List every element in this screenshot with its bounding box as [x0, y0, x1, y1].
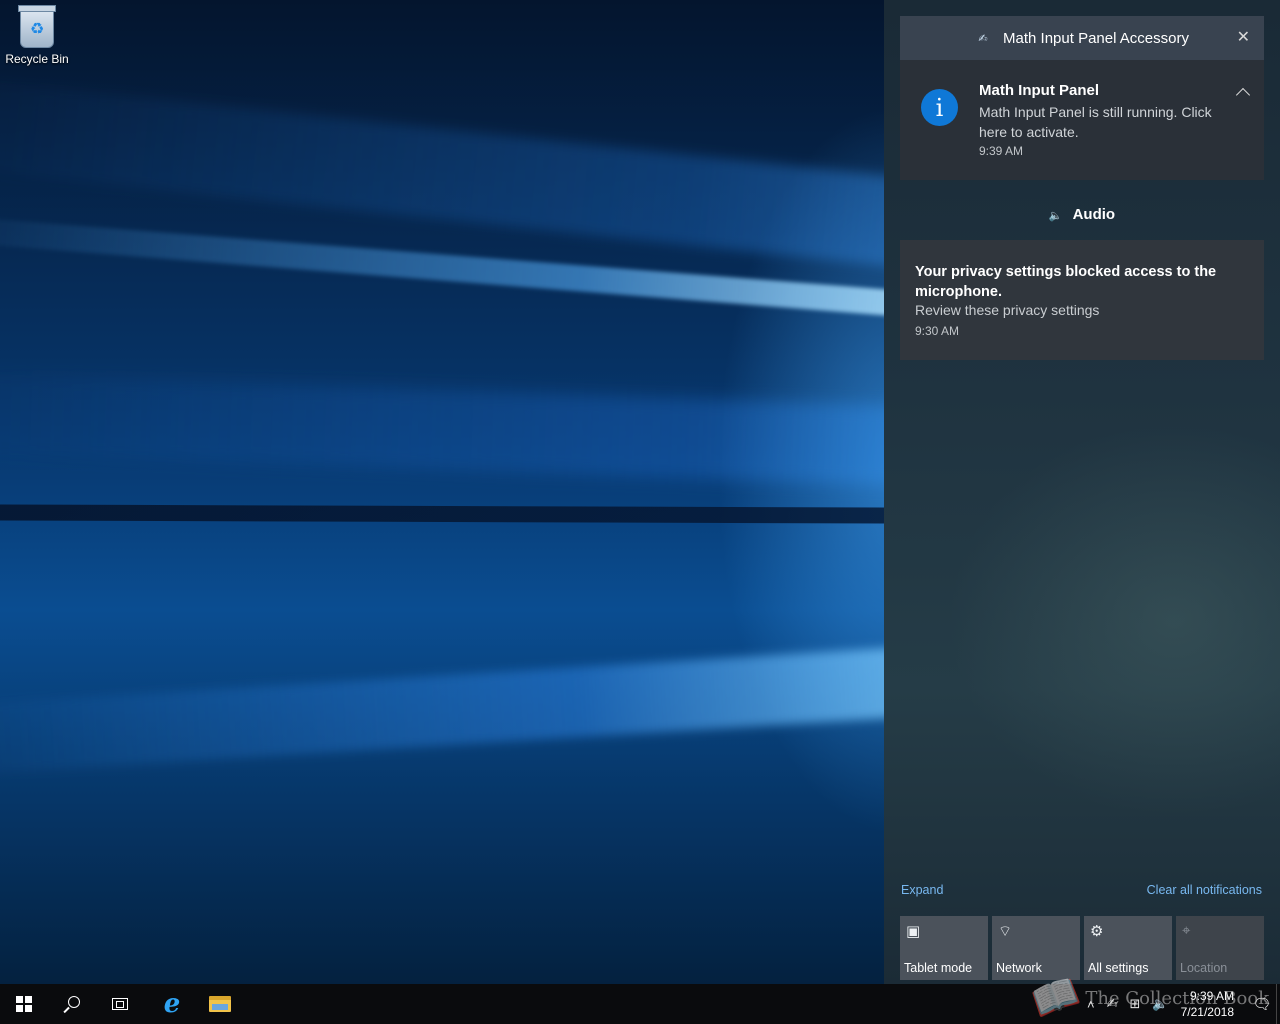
math-input-tray-icon[interactable]: ✍: [1107, 996, 1118, 1012]
notification-group-title: Math Input Panel Accessory: [1003, 29, 1189, 47]
internet-explorer-icon: e: [163, 989, 181, 1019]
clock-date: 7/21/2018: [1180, 1005, 1234, 1019]
start-button[interactable]: [0, 984, 48, 1024]
task-view-icon: [112, 998, 128, 1010]
speaker-icon: 🔈: [1048, 210, 1063, 222]
notification-icon: 🗨: [1252, 996, 1272, 1013]
quick-action-network[interactable]: ⌔ Network: [992, 916, 1080, 980]
audio-group-header: 🔈 Audio: [884, 206, 1280, 223]
file-explorer-button[interactable]: [196, 984, 244, 1024]
network-icon: ⌔: [998, 923, 1013, 940]
chevron-up-icon[interactable]: [1235, 87, 1251, 103]
recycle-bin-shortcut[interactable]: ♻ Recycle Bin: [4, 5, 70, 66]
close-icon[interactable]: ✕: [1237, 27, 1250, 47]
taskbar: e ˄ ✍ ⊞ 🔈 9:39 AM 7/21/2018 🗨: [0, 984, 1280, 1024]
task-view-button[interactable]: [96, 984, 144, 1024]
math-input-panel-app-icon: ✍: [978, 32, 988, 45]
quick-action-location[interactable]: ⌖ Location: [1176, 916, 1264, 980]
notification-body: Review these privacy settings: [915, 302, 1100, 318]
desktop-wallpaper: ♻ Recycle Bin: [0, 0, 884, 984]
show-desktop-button[interactable]: [1276, 984, 1280, 1024]
wallpaper-light-beam: [0, 371, 884, 490]
audio-group-title: Audio: [1072, 206, 1116, 223]
network-tray-icon[interactable]: ⊞: [1130, 996, 1141, 1012]
wallpaper-light-beam: [0, 640, 884, 778]
notification-group-header[interactable]: ✍ Math Input Panel Accessory ✕: [900, 16, 1264, 60]
quick-action-all-settings[interactable]: ⚙ All settings: [1084, 916, 1172, 980]
notification-time: 9:39 AM: [979, 144, 1024, 158]
search-icon: [68, 996, 80, 1008]
chevron-up-icon[interactable]: ˄: [1087, 997, 1095, 1012]
clear-all-notifications-link[interactable]: Clear all notifications: [1147, 883, 1262, 897]
quick-action-label: Location: [1180, 961, 1228, 975]
microphone-privacy-notification[interactable]: Your privacy settings blocked access to …: [900, 240, 1264, 360]
quick-action-label: Tablet mode: [904, 961, 973, 975]
folder-icon: [209, 996, 231, 1012]
recycle-bin-label: Recycle Bin: [5, 52, 69, 66]
notification-time: 9:30 AM: [915, 324, 960, 338]
clock-time: 9:39 AM: [1189, 989, 1234, 1003]
clock[interactable]: 9:39 AM 7/21/2018: [1181, 988, 1234, 1020]
volume-icon[interactable]: 🔈: [1152, 996, 1168, 1012]
math-input-notification[interactable]: i Math Input Panel Math Input Panel is s…: [900, 60, 1264, 180]
notification-body: Math Input Panel is still running. Click…: [979, 104, 1212, 140]
notification-title: Your privacy settings blocked access to …: [915, 264, 1217, 300]
gear-icon: ⚙: [1090, 923, 1104, 940]
tablet-mode-icon: ▣: [906, 923, 921, 940]
quick-action-label: Network: [996, 961, 1042, 975]
quick-action-label: All settings: [1088, 961, 1149, 975]
info-icon: i: [921, 89, 958, 126]
search-button[interactable]: [48, 984, 96, 1024]
quick-action-tablet-mode[interactable]: ▣ Tablet mode: [900, 916, 988, 980]
recycle-bin-icon: ♻: [18, 5, 56, 48]
system-tray: ˄ ✍ ⊞ 🔈 9:39 AM 7/21/2018 🗨: [1087, 984, 1280, 1024]
expand-link[interactable]: Expand: [901, 883, 943, 897]
notification-title: Math Input Panel: [979, 82, 1099, 99]
location-icon: ⌖: [1182, 922, 1191, 939]
action-center-button[interactable]: 🗨: [1248, 984, 1276, 1024]
windows-logo-icon: [16, 996, 32, 1012]
wallpaper-dark-band: [0, 504, 884, 524]
internet-explorer-button[interactable]: e: [148, 984, 196, 1024]
